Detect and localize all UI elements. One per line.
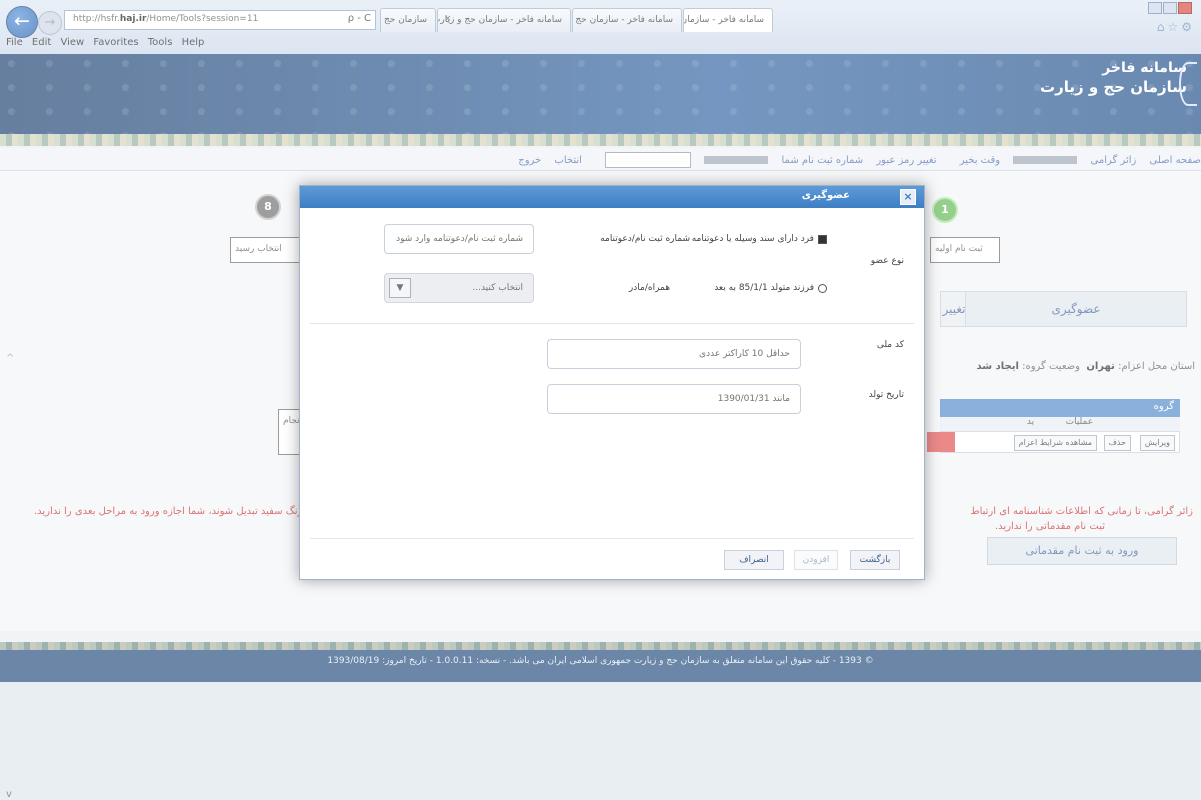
companion-label: همراه/مادر (628, 283, 670, 293)
modal-divider (310, 323, 914, 324)
scroll-down-icon[interactable]: v (6, 789, 12, 800)
cancel-button[interactable]: انصراف (724, 550, 784, 570)
member-type-label: نوع عضو (870, 256, 904, 266)
registration-number-label: شماره ثبت نام/دعوتنامه (600, 234, 690, 244)
registration-number-input[interactable] (384, 224, 534, 254)
chevron-down-icon[interactable]: ▼ (389, 278, 411, 298)
birth-date-label: تاریخ تولد (868, 390, 904, 400)
add-button[interactable]: افزودن (794, 550, 838, 570)
membership-modal: عضوگیری × نوع عضو فرد دارای سند وسیله یا… (299, 185, 925, 580)
member-type-option2-label[interactable]: فرزند متولد 85/1/1 به بعد (714, 283, 814, 293)
national-code-field[interactable] (548, 340, 800, 368)
companion-select[interactable]: ▼ (384, 273, 534, 303)
modal-titlebar: عضوگیری × (300, 186, 924, 208)
member-type-option1-radio[interactable] (818, 235, 827, 244)
modal-title: عضوگیری (801, 190, 850, 201)
modal-close-icon[interactable]: × (900, 189, 916, 205)
member-type-option2-radio[interactable] (818, 284, 827, 293)
national-code-input[interactable] (547, 339, 801, 369)
registration-number-field[interactable] (385, 225, 533, 253)
member-type-option1-label[interactable]: فرد دارای سند وسیله یا دعوتنامه (692, 234, 814, 244)
back-button[interactable]: بازگشت (850, 550, 900, 570)
modal-footer-divider (310, 538, 914, 539)
birth-date-input[interactable] (547, 384, 801, 414)
birth-date-field[interactable] (548, 385, 800, 413)
national-code-label: کد ملی (876, 340, 904, 350)
